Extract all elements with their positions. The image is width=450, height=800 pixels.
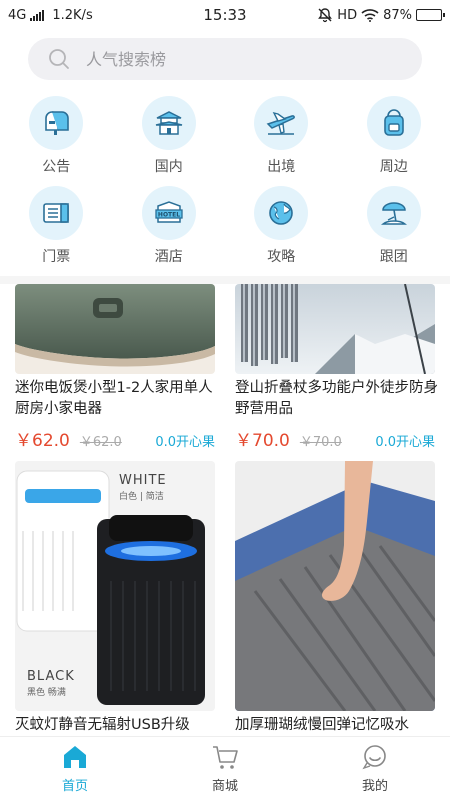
temple-icon <box>155 111 182 135</box>
category-tickets[interactable]: 门票 <box>0 186 113 266</box>
category-label: 攻略 <box>267 249 296 265</box>
network-type: 4G <box>8 7 27 23</box>
product-title: 加厚珊瑚绒慢回弹记忆吸水 <box>235 717 409 733</box>
product-original-price: ￥70.0 <box>299 435 342 450</box>
product-card[interactable]: 加厚珊瑚绒慢回弹记忆吸水 <box>235 461 435 736</box>
chat-bubble-icon <box>362 745 386 770</box>
nav-home[interactable]: 首页 <box>0 737 150 800</box>
category-label: 酒店 <box>154 249 183 265</box>
mailbox-icon <box>45 111 70 135</box>
nav-label: 首页 <box>61 779 88 794</box>
search-input[interactable] <box>86 49 386 69</box>
image-text-white-sub: 白色 | 简洁 <box>119 492 164 502</box>
bath-mat-image <box>235 461 435 711</box>
status-bar: 4G 1.2K/s 15:33 HD 87% <box>0 0 450 30</box>
wifi-icon <box>361 9 379 22</box>
airplane-icon <box>266 111 296 135</box>
hd-indicator: HD <box>337 7 358 23</box>
product-card[interactable]: WHITE 白色 | 简洁 BLACK 黑色 畅满 灭蚊灯静音无辐射USB升级 <box>15 461 215 736</box>
nav-mall[interactable]: 商城 <box>150 737 300 800</box>
product-price: ￥70.0 <box>235 431 290 451</box>
category-announcement[interactable]: 公告 <box>0 96 113 176</box>
product-title: 迷你电饭煲小型1-2人家用单人厨房小家电器 <box>15 380 213 417</box>
category-hotel[interactable]: HOTEL 酒店 <box>113 186 226 266</box>
trekking-pole-image <box>235 284 435 374</box>
product-image[interactable] <box>235 284 435 374</box>
image-text-black: BLACK <box>27 669 75 684</box>
product-image[interactable]: WHITE 白色 | 简洁 BLACK 黑色 畅满 <box>15 461 215 711</box>
category-group-tour[interactable]: 跟团 <box>338 186 450 266</box>
nav-label: 商城 <box>211 779 238 794</box>
product-image[interactable] <box>15 284 215 374</box>
category-nearby[interactable]: 周边 <box>338 96 450 176</box>
product-title: 灭蚊灯静音无辐射USB升级 <box>15 717 190 733</box>
battery-percent: 87% <box>383 7 412 23</box>
svg-text:HOTEL: HOTEL <box>158 212 180 219</box>
home-icon <box>64 746 86 768</box>
mute-icon <box>318 8 333 23</box>
category-domestic[interactable]: 国内 <box>113 96 226 176</box>
image-text-white: WHITE <box>119 473 167 488</box>
signal-icon <box>30 9 45 21</box>
nav-label: 我的 <box>361 779 388 794</box>
category-guide[interactable]: 攻略 <box>225 186 338 266</box>
cart-icon <box>213 746 238 769</box>
category-label: 门票 <box>42 249 71 265</box>
product-feed: 迷你电饭煲小型1-2人家用单人厨房小家电器 ￥62.0 ￥62.0 0.0开心果 <box>0 284 450 736</box>
category-label: 跟团 <box>379 249 408 265</box>
category-label: 公告 <box>42 159 71 175</box>
globe-icon <box>269 201 294 225</box>
product-title: 登山折叠杖多功能户外徒步防身野营用品 <box>235 380 438 417</box>
product-original-price: ￥62.0 <box>79 435 122 450</box>
category-label: 出境 <box>267 159 296 175</box>
network-speed: 1.2K/s <box>52 7 93 23</box>
beach-umbrella-icon <box>380 202 407 225</box>
product-card[interactable]: 迷你电饭煲小型1-2人家用单人厨房小家电器 ￥62.0 ￥62.0 0.0开心果 <box>15 284 215 451</box>
product-price: ￥62.0 <box>15 431 70 451</box>
hotel-icon: HOTEL <box>155 201 183 223</box>
category-outbound[interactable]: 出境 <box>225 96 338 176</box>
ticket-icon <box>43 203 70 223</box>
section-divider <box>0 276 450 284</box>
backpack-icon <box>383 109 404 136</box>
product-reward: 0.0开心果 <box>155 435 215 450</box>
nav-mine[interactable]: 我的 <box>300 737 450 800</box>
rice-cooker-image <box>15 284 215 374</box>
category-label: 国内 <box>154 159 183 175</box>
bottom-navigation: 首页 商城 我的 <box>0 736 450 800</box>
image-text-black-sub: 黑色 畅满 <box>27 688 66 698</box>
search-bar[interactable] <box>28 38 422 80</box>
product-reward: 0.0开心果 <box>375 435 435 450</box>
category-label: 周边 <box>379 159 408 175</box>
product-image[interactable] <box>235 461 435 711</box>
product-card[interactable]: 登山折叠杖多功能户外徒步防身野营用品 ￥70.0 ￥70.0 0.0开心果 <box>235 284 438 451</box>
search-icon <box>49 49 69 69</box>
category-grid: 公告 国内 出境 周边 门票 HOTEL 酒店 攻略 跟团 <box>0 96 450 266</box>
battery-icon <box>416 9 445 21</box>
